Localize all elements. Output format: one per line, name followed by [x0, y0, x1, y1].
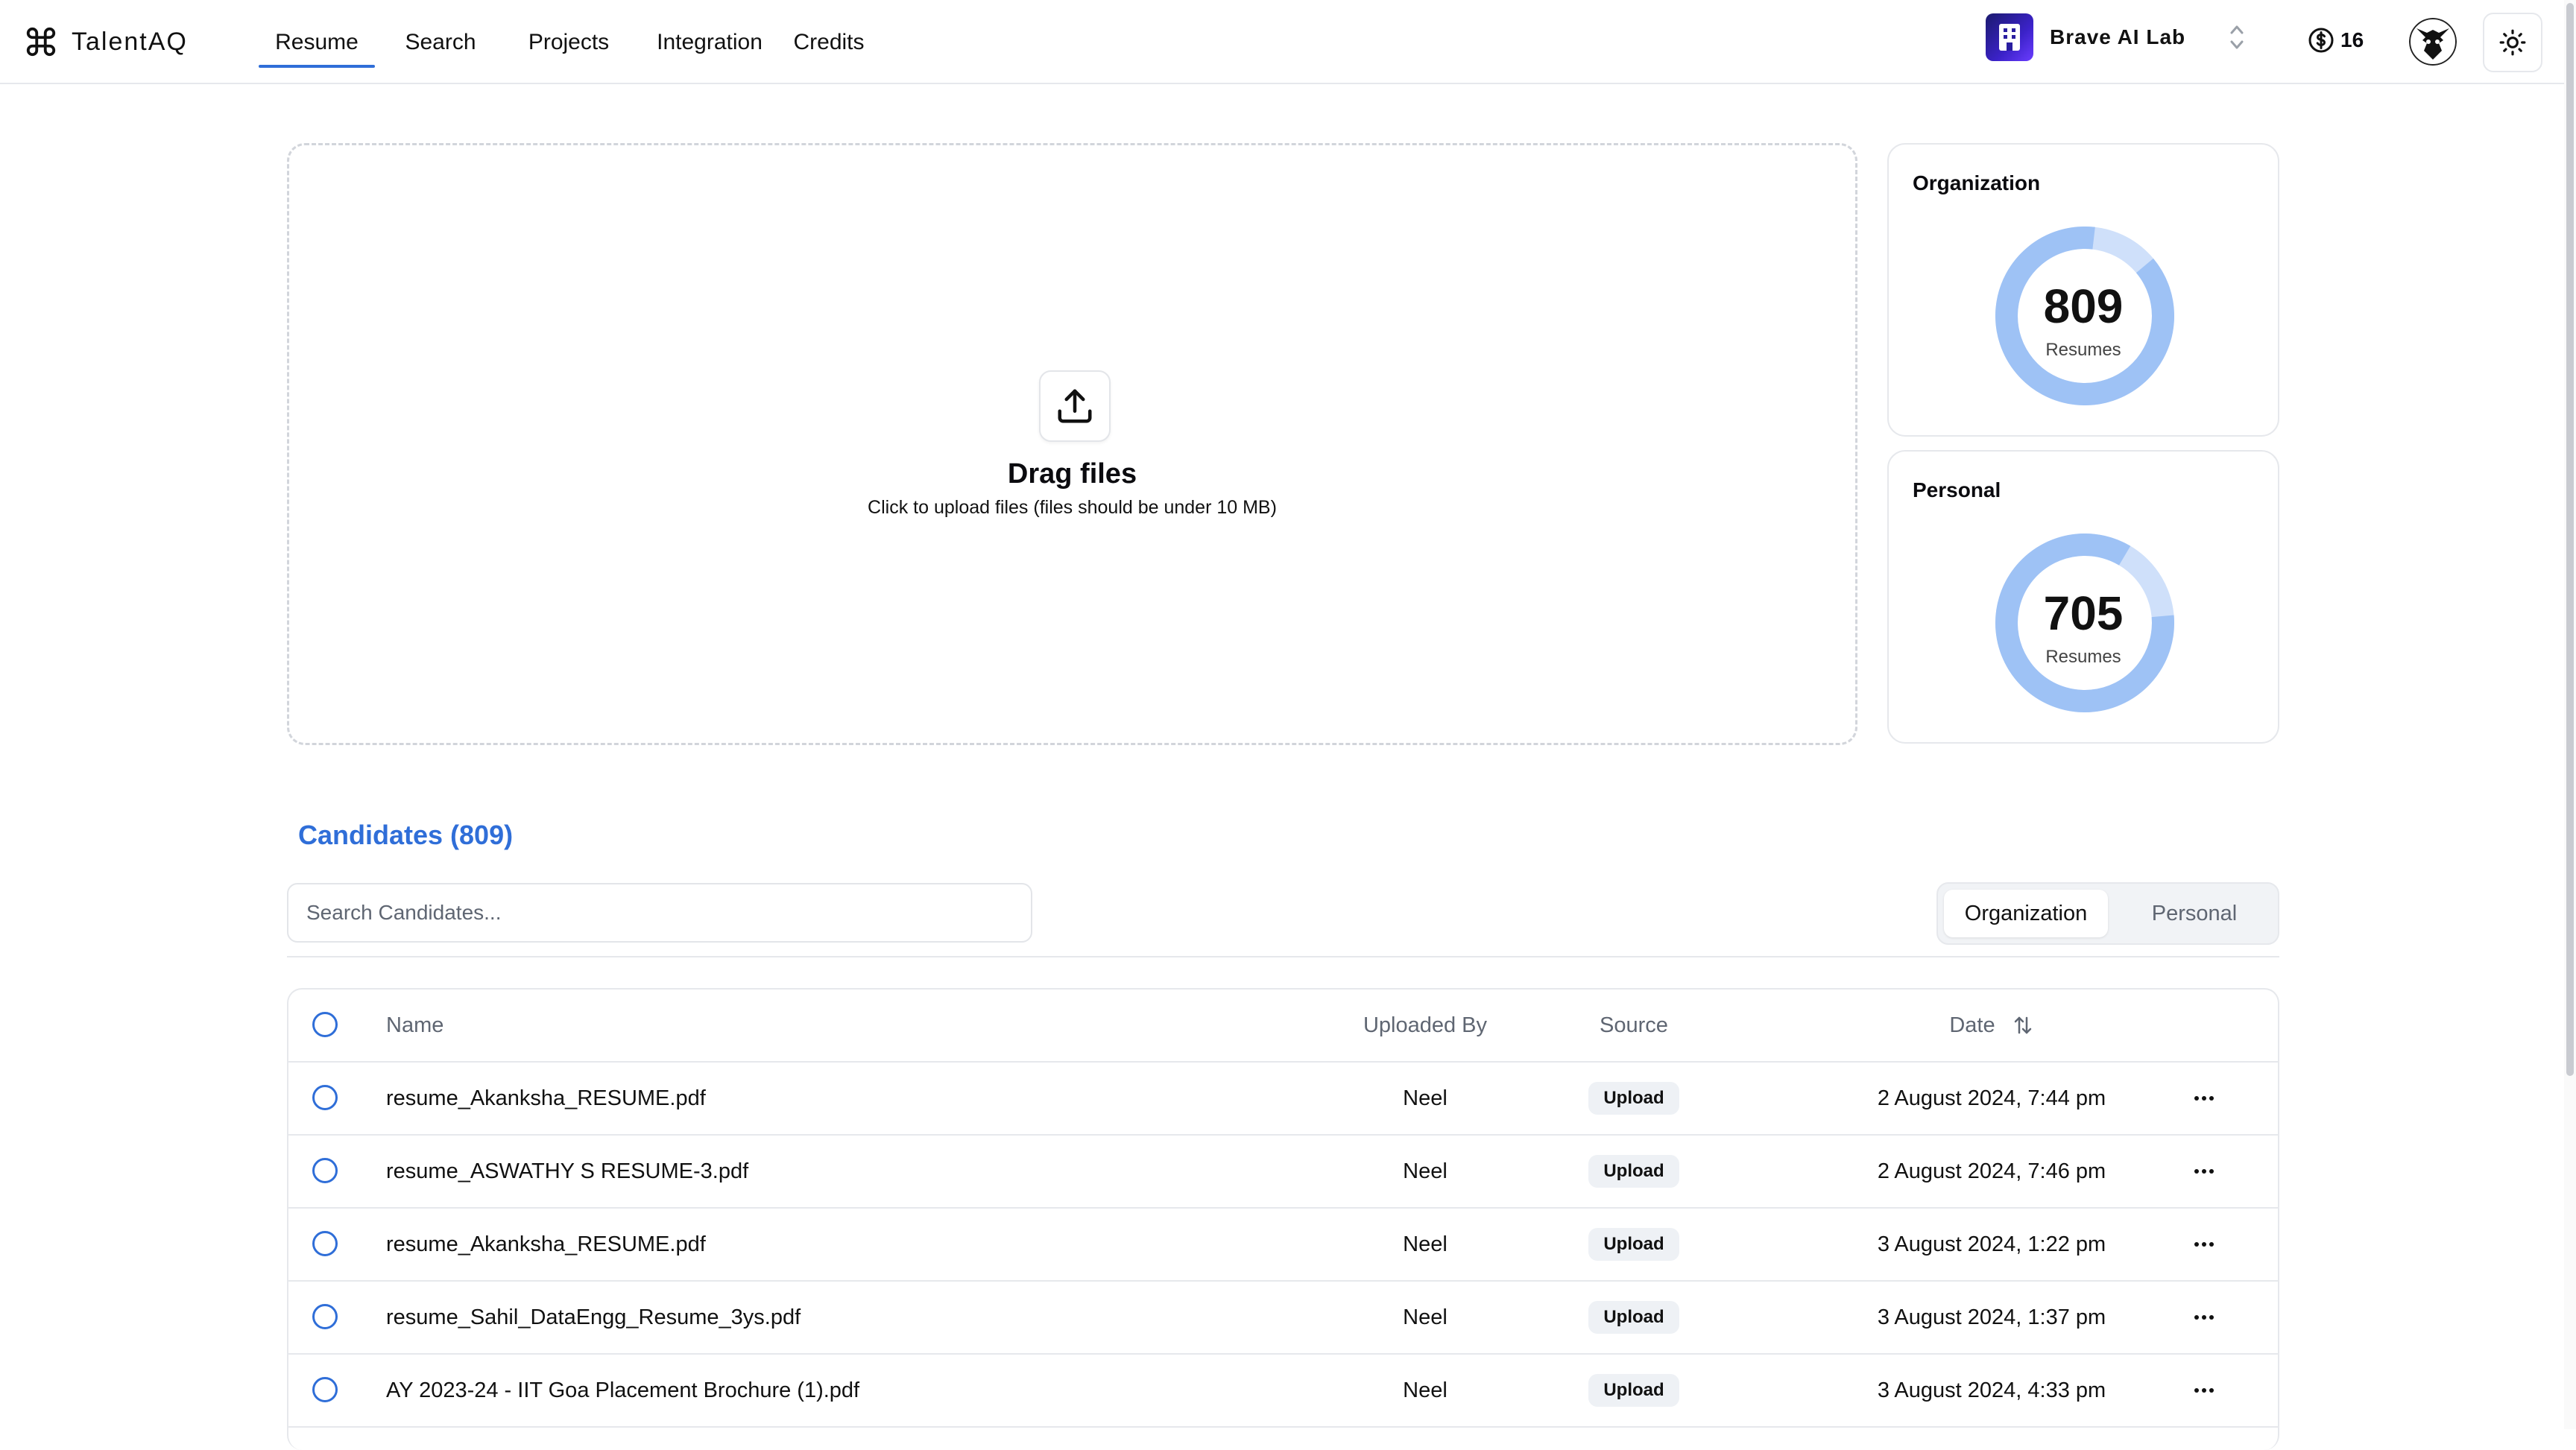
scope-toggle: Organization Personal: [1936, 882, 2279, 945]
upload-button[interactable]: [1039, 370, 1111, 442]
row-actions-button[interactable]: [2174, 1209, 2234, 1280]
personal-resume-label: Resumes: [2045, 647, 2121, 667]
candidate-date: 3 August 2024, 4:33 pm: [1877, 1378, 2106, 1402]
sun-icon: [2499, 29, 2526, 56]
candidate-date: 2 August 2024, 7:46 pm: [1877, 1159, 2106, 1183]
org-logo: [1986, 13, 2033, 61]
source-badge: Upload: [1588, 1155, 1679, 1188]
source-badge: Upload: [1588, 1228, 1679, 1261]
nav-tab-projects[interactable]: Projects: [506, 0, 631, 84]
divider: [287, 956, 2279, 957]
row-actions-button[interactable]: [2174, 1355, 2234, 1426]
credits-count: 16: [2340, 28, 2364, 51]
table-row[interactable]: resume_Akanksha_RESUME.pdf Neel Upload 2…: [288, 1063, 2278, 1136]
brand-name: TalentAQ: [72, 27, 188, 56]
column-name[interactable]: Name: [386, 990, 443, 1061]
building-icon: [1999, 24, 2020, 51]
nav-tab-integration[interactable]: Integration: [631, 0, 788, 84]
more-horizontal-icon: [2194, 1315, 2214, 1320]
source-badge: Upload: [1588, 1374, 1679, 1407]
column-date[interactable]: Date: [1787, 990, 2197, 1061]
nav-tab-resume[interactable]: Resume: [259, 0, 375, 84]
organization-stats-card: Organization 809 Resumes: [1887, 143, 2279, 437]
org-switcher[interactable]: Brave AI Lab: [1986, 13, 2247, 61]
row-actions-button[interactable]: [2174, 1063, 2234, 1134]
stat-title: Personal: [1913, 478, 2001, 501]
candidate-file-name[interactable]: resume_Akanksha_RESUME.pdf: [386, 1063, 706, 1134]
row-checkbox[interactable]: [312, 1377, 338, 1402]
user-avatar[interactable]: [2409, 18, 2457, 66]
column-source[interactable]: Source: [1541, 990, 1727, 1061]
row-checkbox[interactable]: [312, 1231, 338, 1256]
candidate-date: 3 August 2024, 1:22 pm: [1877, 1232, 2106, 1256]
chevrons-up-down-icon: [2230, 25, 2244, 49]
candidates-title: Candidates (809): [298, 820, 514, 850]
credits-indicator[interactable]: 16: [2308, 27, 2364, 54]
candidate-source: Upload: [1541, 1063, 1727, 1134]
candidate-date: 2 August 2024, 7:44 pm: [1877, 1086, 2106, 1110]
top-bar: TalentAQ Resume Search Projects Integrat…: [0, 0, 2576, 84]
sort-icon[interactable]: [2012, 1014, 2034, 1036]
dropzone-title: Drag files: [1007, 458, 1137, 490]
theme-toggle-button[interactable]: [2483, 13, 2542, 72]
table-row[interactable]: resume_ASWATHY S RESUME-3.pdf Neel Uploa…: [288, 1136, 2278, 1209]
file-dropzone[interactable]: Drag files Click to upload files (files …: [287, 143, 1857, 745]
row-checkbox[interactable]: [312, 1085, 338, 1110]
row-checkbox[interactable]: [312, 1158, 338, 1183]
candidate-source: Upload: [1541, 1282, 1727, 1353]
nav-tab-credits[interactable]: Credits: [788, 0, 870, 84]
select-all-checkbox[interactable]: [312, 1012, 338, 1037]
dollar-circle-icon: [2308, 28, 2334, 53]
row-checkbox[interactable]: [312, 1304, 338, 1329]
more-horizontal-icon: [2194, 1096, 2214, 1101]
tab-organization[interactable]: Organization: [1944, 890, 2108, 937]
stat-title: Organization: [1913, 171, 2041, 194]
candidate-date: 3 August 2024, 1:37 pm: [1877, 1305, 2106, 1329]
candidate-file-name[interactable]: resume_Akanksha_RESUME.pdf: [386, 1209, 706, 1280]
source-badge: Upload: [1588, 1082, 1679, 1115]
more-horizontal-icon: [2194, 1169, 2214, 1174]
avatar-image-icon: [2409, 18, 2457, 66]
row-actions-button[interactable]: [2174, 1136, 2234, 1207]
scrollbar-thumb[interactable]: [2566, 3, 2574, 1076]
brand-logo[interactable]: TalentAQ: [24, 22, 188, 61]
upload-icon: [1058, 389, 1092, 423]
main-nav: Resume Search Projects Integration Credi…: [259, 0, 870, 84]
candidates-table: Name Uploaded By Source Date resume_Akan…: [287, 988, 2279, 1450]
row-actions-button[interactable]: [2174, 1282, 2234, 1353]
candidate-source: Upload: [1541, 1355, 1727, 1426]
search-candidates-input[interactable]: [287, 883, 1032, 943]
personal-stats-card: Personal 705 Resumes: [1887, 450, 2279, 744]
column-date-label: Date: [1949, 1013, 1995, 1037]
org-name: Brave AI Lab: [2050, 25, 2186, 48]
table-header: Name Uploaded By Source Date: [288, 990, 2278, 1063]
nav-tab-search[interactable]: Search: [375, 0, 506, 84]
personal-resume-count: 705: [2043, 586, 2124, 640]
organization-resume-count: 809: [2043, 279, 2124, 333]
candidate-source: Upload: [1541, 1209, 1727, 1280]
candidate-file-name[interactable]: resume_ASWATHY S RESUME-3.pdf: [386, 1136, 748, 1207]
candidate-source: Upload: [1541, 1136, 1727, 1207]
tab-personal[interactable]: Personal: [2114, 890, 2275, 937]
command-icon: [26, 27, 56, 57]
table-row[interactable]: resume_Sahil_DataEngg_Resume_3ys.pdf Nee…: [288, 1282, 2278, 1355]
more-horizontal-icon: [2194, 1242, 2214, 1247]
organization-resume-label: Resumes: [2045, 340, 2121, 360]
table-row[interactable]: AY 2023-24 - IIT Goa Placement Brochure …: [288, 1355, 2278, 1428]
more-horizontal-icon: [2194, 1388, 2214, 1393]
candidate-file-name[interactable]: resume_Sahil_DataEngg_Resume_3ys.pdf: [386, 1282, 801, 1353]
source-badge: Upload: [1588, 1301, 1679, 1334]
candidate-file-name[interactable]: AY 2023-24 - IIT Goa Placement Brochure …: [386, 1355, 859, 1426]
dropzone-subtitle: Click to upload files (files should be u…: [868, 497, 1277, 518]
table-row[interactable]: resume_Akanksha_RESUME.pdf Neel Upload 3…: [288, 1209, 2278, 1282]
